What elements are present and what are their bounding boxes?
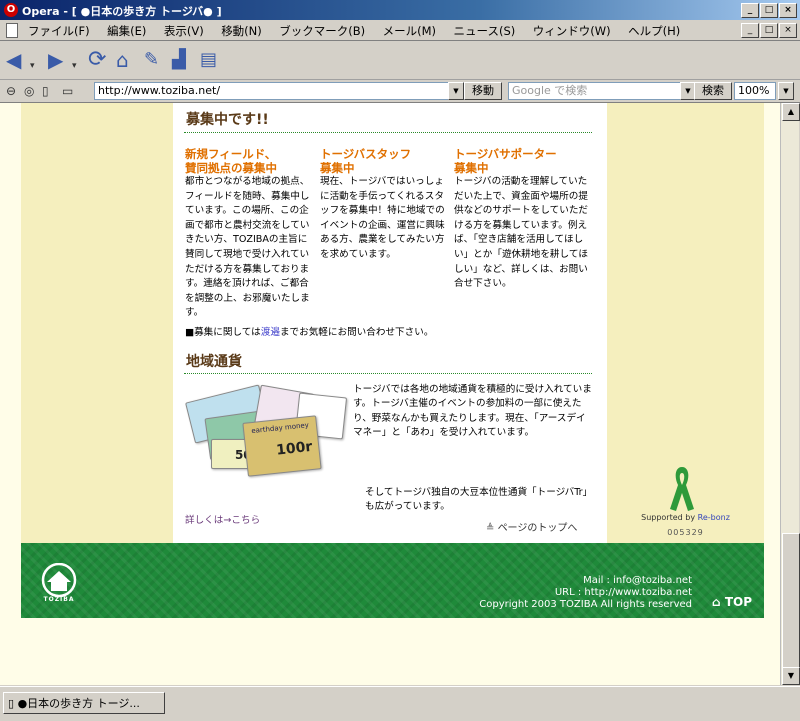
menu-mail[interactable]: メール(M) <box>383 24 436 38</box>
scroll-down-icon[interactable]: ▼ <box>782 667 800 685</box>
access-counter: 005329 <box>667 528 704 537</box>
recruit-field-body: 都市とつながる地域の拠点、フィールドを随時、募集中しています。この場所、この企画… <box>185 176 310 319</box>
footer-mail[interactable]: Mail : info@toziba.net <box>479 575 692 587</box>
recruit-column-staff: トージバスタッフ 募集中 現在、トージバではいっしょに活動を手伝ってくれるスタッフ… <box>320 147 450 263</box>
supported-by: Supported by Re-bonz <box>641 513 730 522</box>
footer-info: Mail : info@toziba.net URL : http://www.… <box>479 575 692 611</box>
menu-news[interactable]: ニュース(S) <box>454 24 516 38</box>
zoom-dropdown-icon[interactable]: ▼ <box>778 82 794 100</box>
vertical-scrollbar[interactable]: ▲ ▼ <box>780 103 800 685</box>
menu-file[interactable]: ファイル(F) <box>28 24 90 38</box>
main-content: 募集中です!! 新規フィールド、 賛同拠点の募集中 都市とつながる地域の拠点、フィ… <box>173 103 607 543</box>
mdi-restore-button[interactable]: □ <box>760 23 778 38</box>
reload-icon[interactable]: ⟳ <box>88 49 106 71</box>
up-arrow-icon: ≜ <box>486 523 498 534</box>
page-tab-icon: ▯ <box>8 697 18 710</box>
go-button[interactable]: 移動 <box>464 82 502 100</box>
contact-link[interactable]: 渡邉 <box>261 327 280 338</box>
scroll-thumb[interactable] <box>782 533 800 669</box>
currency-divider <box>184 373 592 374</box>
window-title: Opera - [ ●日本の歩き方 トージバ● ] <box>22 5 222 18</box>
rebonz-link[interactable]: Re-bonz <box>698 513 730 522</box>
bill-100r: 100r <box>275 438 314 459</box>
ribbon-icon <box>670 467 694 511</box>
toziba-logo-icon[interactable] <box>39 563 79 599</box>
menu-window[interactable]: ウィンドウ(W) <box>533 24 611 38</box>
print-icon[interactable]: ▟ <box>172 49 186 71</box>
menu-view[interactable]: 表示(V) <box>164 24 204 38</box>
menu-bar: ファイル(F) 編集(E) 表示(V) 移動(N) ブックマーク(B) メール(… <box>0 20 800 41</box>
page-tab-bar: ▯ ●日本の歩き方 トージ... <box>0 686 800 721</box>
maximize-button[interactable]: □ <box>760 3 778 18</box>
recruit-divider <box>184 132 592 133</box>
left-side-column <box>21 103 173 543</box>
page-viewport: 募集中です!! 新規フィールド、 賛同拠点の募集中 都市とつながる地域の拠点、フィ… <box>0 103 780 685</box>
home-icon[interactable]: ⌂ <box>116 49 129 71</box>
currency-details-link[interactable]: 詳しくは→こちら <box>185 515 260 526</box>
document-icon[interactable]: ▤ <box>200 49 217 71</box>
security-icon[interactable]: ⊖ <box>6 84 16 98</box>
page-tab[interactable]: ▯ ●日本の歩き方 トージ... <box>3 692 165 714</box>
navigation-toolbar: ◀ ▾ ▶ ▾ ⟳ ⌂ ✎ ▟ ▤ <box>0 41 800 80</box>
recruit-field-title: 新規フィールド、 賛同拠点の募集中 <box>185 147 277 175</box>
scroll-up-icon[interactable]: ▲ <box>782 103 800 121</box>
window-titlebar: O Opera - [ ●日本の歩き方 トージバ● ] _ □ × <box>0 0 800 20</box>
address-dropdown-icon[interactable]: ▼ <box>448 82 464 100</box>
minimize-button[interactable]: _ <box>741 3 759 18</box>
recruit-supporter-body: トージバの活動を理解していただいた上で、資金面や場所の提供などのサポートをしてい… <box>454 176 589 290</box>
recruit-staff-body: 現在、トージバではいっしょに活動を手伝ってくれるスタッフを募集中！特に地域でのイ… <box>320 176 445 260</box>
recruit-staff-title: トージバスタッフ 募集中 <box>320 147 412 175</box>
currency-text: トージバでは各地の地域通貨を積極的に受け入れています。トージバ主催のイベントの参… <box>353 384 592 439</box>
right-side-column: Supported by Re-bonz 005329 <box>607 103 764 543</box>
opera-logo-icon: O <box>4 3 18 17</box>
recruit-heading: 募集中です!! <box>186 112 269 128</box>
address-bar: ⊖ ◎ ▯ ▭ http://www.toziba.net/ ▼ 移動 Goog… <box>0 80 800 103</box>
bill-label: earthday money <box>250 421 310 436</box>
currency-heading: 地域通貨 <box>186 354 242 370</box>
mdi-minimize-button[interactable]: _ <box>741 23 759 38</box>
new-page-icon[interactable]: ▯ <box>42 84 49 98</box>
recruit-column-supporter: トージバサポーター 募集中 トージバの活動を理解していただいた上で、資金面や場所の… <box>454 147 592 292</box>
back-icon[interactable]: ◀ <box>6 49 21 71</box>
recruit-contact-note: ■募集に関しては渡邉までお気軽にお問い合わせ下さい。 <box>185 327 434 338</box>
back-dropdown-icon[interactable]: ▾ <box>30 55 35 77</box>
footer-url[interactable]: URL : http://www.toziba.net <box>479 587 692 599</box>
zoom-input[interactable]: 100% <box>734 82 776 100</box>
recruit-column-field: 新規フィールド、 賛同拠点の募集中 都市とつながる地域の拠点、フィールドを随時、募… <box>185 147 315 321</box>
search-button[interactable]: 検索 <box>694 82 732 100</box>
forward-icon[interactable]: ▶ <box>48 49 63 71</box>
site-footer: TOZIBA Mail : info@toziba.net URL : http… <box>21 543 764 618</box>
home-small-icon: ⌂ <box>712 595 725 609</box>
menu-edit[interactable]: 編集(E) <box>107 24 146 38</box>
document-menu-icon[interactable] <box>6 23 18 38</box>
forward-dropdown-icon[interactable]: ▾ <box>72 55 77 77</box>
footer-copyright: Copyright 2003 TOZIBA All rights reserve… <box>479 599 692 610</box>
close-button[interactable]: × <box>779 3 797 18</box>
print-small-icon[interactable]: ▭ <box>62 84 73 98</box>
cookie-icon[interactable]: ◎ <box>24 84 34 98</box>
address-input[interactable]: http://www.toziba.net/ <box>94 82 454 100</box>
logo-text: TOZIBA <box>43 596 75 603</box>
menu-bookmarks[interactable]: ブックマーク(B) <box>279 24 365 38</box>
menu-help[interactable]: ヘルプ(H) <box>628 24 680 38</box>
recruit-supporter-title: トージバサポーター 募集中 <box>454 147 557 175</box>
hotlist-icon[interactable]: ✎ <box>144 49 159 71</box>
search-input[interactable]: Google で検索 <box>508 82 686 100</box>
page-top-link[interactable]: ≜ ページのトップへ <box>486 519 577 534</box>
footer-top-link[interactable]: ⌂ TOP <box>712 595 752 609</box>
menu-navigate[interactable]: 移動(N) <box>221 24 262 38</box>
mdi-close-button[interactable]: × <box>779 23 797 38</box>
currency-bills-image: 500 earthday money 100r <box>185 384 348 481</box>
